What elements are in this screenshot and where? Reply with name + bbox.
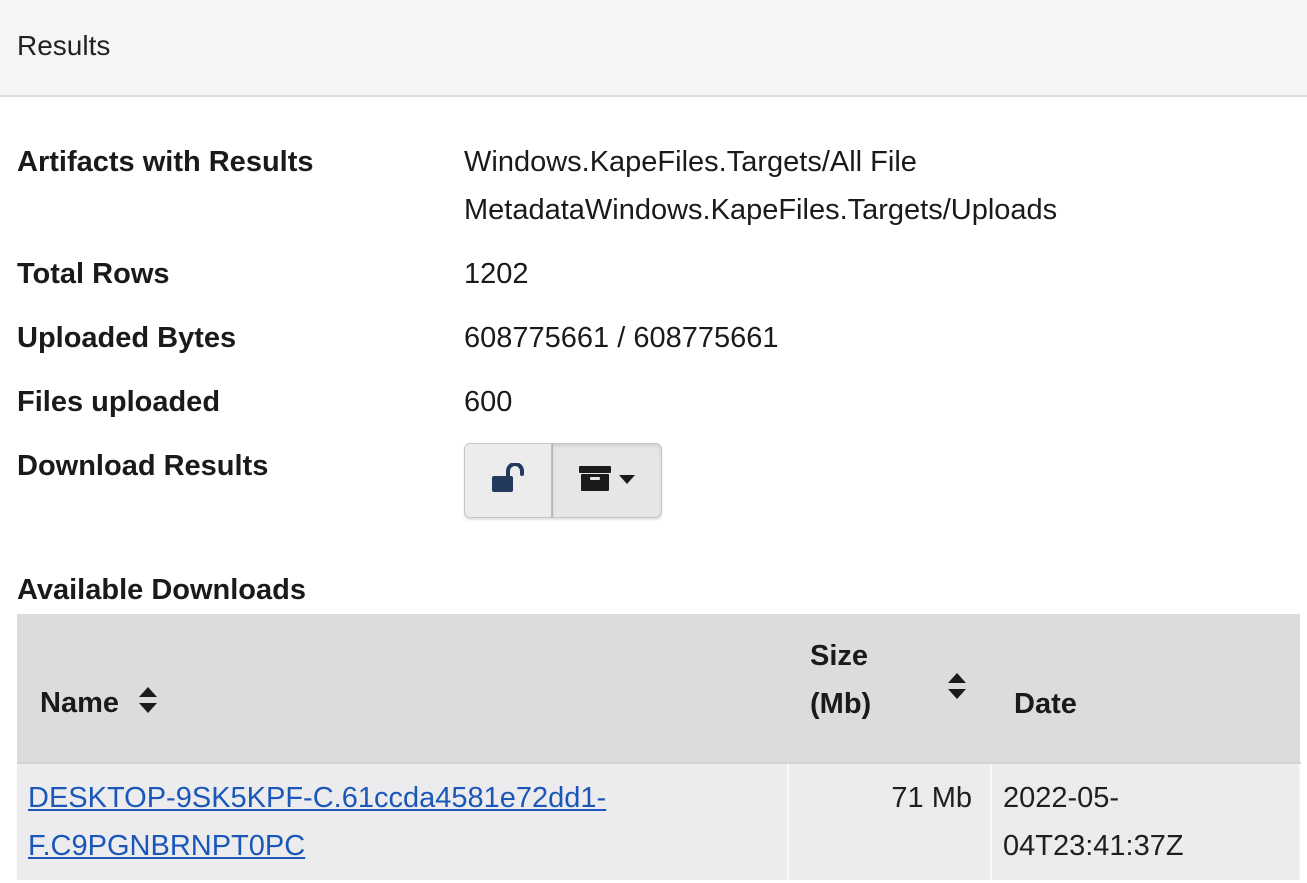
artifacts-label: Artifacts with Results bbox=[17, 146, 314, 178]
download-button-group bbox=[464, 443, 662, 518]
available-downloads-title: Available Downloads bbox=[17, 574, 306, 606]
panel-header: Results bbox=[0, 0, 1307, 97]
total-rows-label: Total Rows bbox=[17, 258, 170, 290]
artifact-line: Windows.KapeFiles.Targets/All File bbox=[464, 146, 917, 178]
column-header-date: Date bbox=[991, 614, 1300, 764]
download-name-cell: DESKTOP-9SK5KPF-C.61ccda4581e72dd1- F.C9… bbox=[17, 763, 789, 880]
files-uploaded-value: 600 bbox=[464, 386, 513, 418]
download-link[interactable]: DESKTOP-9SK5KPF-C.61ccda4581e72dd1- F.C9… bbox=[28, 782, 606, 862]
uploaded-bytes-value: 608775661 / 608775661 bbox=[464, 322, 779, 354]
caret-down-icon bbox=[619, 472, 635, 490]
download-results-label: Download Results bbox=[17, 450, 269, 482]
column-header-size[interactable]: Size (Mb) bbox=[788, 614, 991, 764]
panel-title: Results bbox=[17, 30, 111, 61]
download-link-line2: F.C9PGNBRNPT0PC bbox=[28, 830, 306, 862]
sort-icon[interactable] bbox=[948, 666, 966, 714]
download-date-line1: 2022-05- bbox=[1003, 782, 1120, 814]
artifacts-value: Windows.KapeFiles.Targets/All File Metad… bbox=[464, 138, 1057, 234]
download-link-line1: DESKTOP-9SK5KPF-C.61ccda4581e72dd1- bbox=[28, 782, 607, 814]
column-name-label: Name bbox=[40, 686, 119, 719]
archive-icon bbox=[579, 464, 611, 497]
download-size-cell: 71 Mb bbox=[788, 763, 992, 880]
table-row: DESKTOP-9SK5KPF-C.61ccda4581e72dd1- F.C9… bbox=[17, 763, 1301, 880]
downloads-table: Name Size (Mb) Date DESKTOP-9SK5KPF-C.61… bbox=[17, 614, 1301, 880]
unlock-icon bbox=[489, 462, 527, 498]
unlocked-download-button[interactable] bbox=[464, 443, 552, 518]
column-date-label: Date bbox=[1014, 688, 1077, 720]
download-date-line2: 04T23:41:37Z bbox=[1003, 830, 1184, 862]
files-uploaded-label: Files uploaded bbox=[17, 386, 221, 418]
total-rows-value: 1202 bbox=[464, 258, 529, 290]
sort-icon[interactable] bbox=[139, 680, 157, 728]
table-header-row: Name Size (Mb) Date bbox=[17, 614, 1300, 764]
uploaded-bytes-label: Uploaded Bytes bbox=[17, 322, 237, 354]
download-date-cell: 2022-05- 04T23:41:37Z bbox=[991, 763, 1301, 880]
archive-dropdown-button[interactable] bbox=[552, 443, 662, 518]
column-header-name[interactable]: Name bbox=[17, 614, 788, 764]
artifact-line: MetadataWindows.KapeFiles.Targets/Upload… bbox=[464, 194, 1058, 226]
